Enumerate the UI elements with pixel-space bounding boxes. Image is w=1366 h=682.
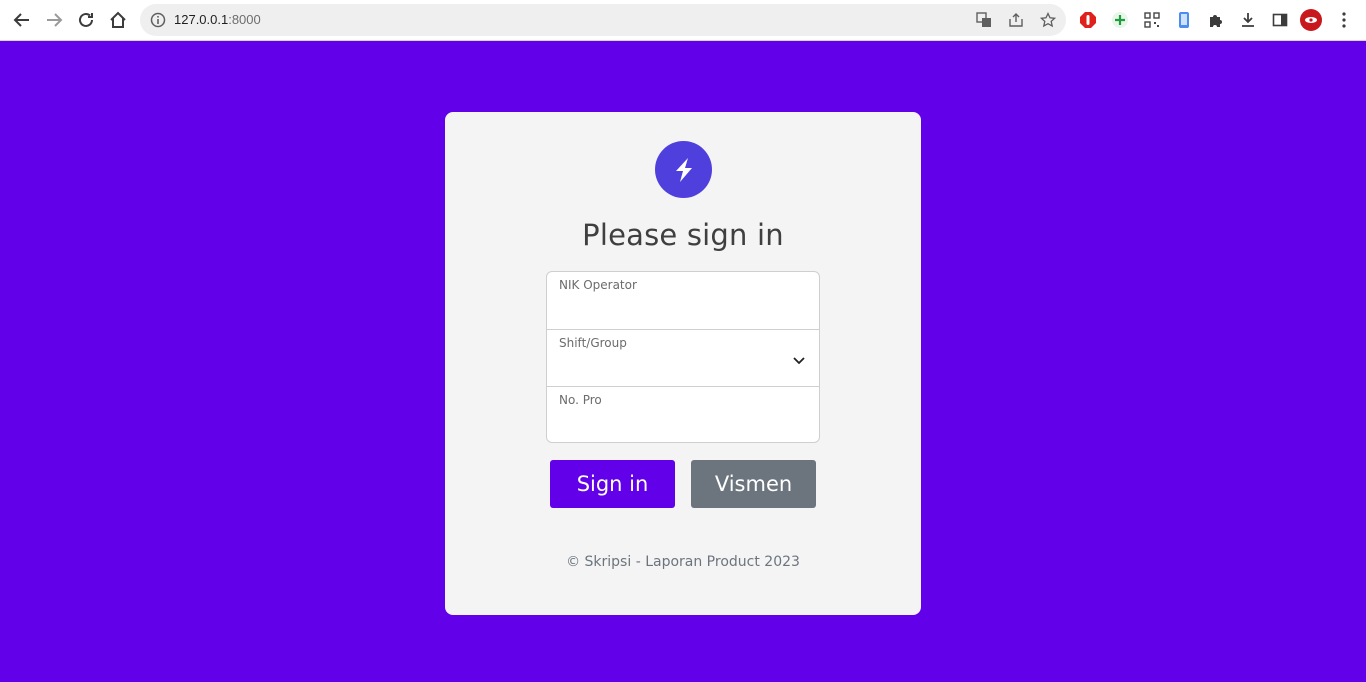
- nik-operator-field[interactable]: NIK Operator: [547, 272, 819, 329]
- side-panel-icon[interactable]: [1269, 9, 1291, 31]
- reload-icon[interactable]: [72, 6, 100, 34]
- shift-group-label: Shift/Group: [559, 336, 627, 350]
- login-card: Please sign in NIK Operator Shift/Group …: [445, 112, 921, 615]
- download-icon[interactable]: [1237, 9, 1259, 31]
- nik-operator-input[interactable]: [559, 296, 799, 322]
- no-pro-field[interactable]: No. Pro: [547, 386, 819, 442]
- shift-group-field[interactable]: Shift/Group: [547, 329, 819, 386]
- url-host: 127.0.0.1: [174, 12, 229, 27]
- adblock-extension-icon[interactable]: [1077, 9, 1099, 31]
- url-port: :8000: [228, 12, 261, 27]
- chevron-down-icon[interactable]: [791, 352, 807, 368]
- bookmark-star-icon[interactable]: [1038, 10, 1058, 30]
- profile-avatar[interactable]: [1300, 9, 1322, 31]
- login-form: NIK Operator Shift/Group No. Pro: [546, 271, 820, 443]
- share-icon[interactable]: [1006, 10, 1026, 30]
- lightning-logo-icon: [655, 141, 712, 198]
- nik-operator-label: NIK Operator: [559, 278, 637, 292]
- address-bar[interactable]: 127.0.0.1:8000: [140, 4, 1066, 36]
- phone-extension-icon[interactable]: [1173, 9, 1195, 31]
- forward-icon[interactable]: [40, 6, 68, 34]
- page-title: Please sign in: [582, 218, 784, 252]
- url-text: 127.0.0.1:8000: [174, 12, 261, 27]
- footer-copyright: © Skripsi - Laporan Product 2023: [566, 554, 800, 570]
- back-icon[interactable]: [8, 6, 36, 34]
- site-info-icon[interactable]: [150, 12, 166, 28]
- qr-code-icon[interactable]: [1141, 9, 1163, 31]
- vismen-button[interactable]: Vismen: [691, 460, 816, 508]
- no-pro-input[interactable]: [559, 411, 799, 437]
- extensions-puzzle-icon[interactable]: [1205, 9, 1227, 31]
- plus-extension-icon[interactable]: [1109, 9, 1131, 31]
- browser-toolbar: 127.0.0.1:8000: [0, 0, 1366, 41]
- home-icon[interactable]: [104, 6, 132, 34]
- no-pro-label: No. Pro: [559, 393, 602, 407]
- translate-icon[interactable]: [974, 10, 994, 30]
- menu-kebab-icon[interactable]: [1333, 9, 1355, 31]
- sign-in-button[interactable]: Sign in: [550, 460, 675, 508]
